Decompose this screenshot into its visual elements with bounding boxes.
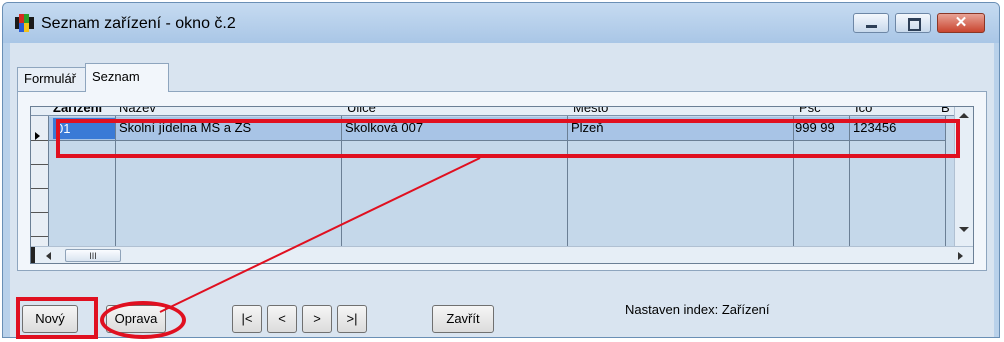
scroll-right-icon[interactable] [958,252,963,260]
tab-formular[interactable]: Formulář [17,67,87,91]
horizontal-scrollbar[interactable]: III [31,246,973,263]
cell-ico[interactable]: 123456 [853,120,896,135]
column-divider [341,116,342,246]
first-record-button[interactable]: |< [232,305,262,333]
cell-ulice[interactable]: Školková 007 [345,120,423,135]
row-divider [31,212,48,213]
scroll-thumb[interactable]: III [65,249,121,262]
row-divider [31,236,48,237]
status-text: Nastaven index: Zařízení [625,302,770,317]
grid-header: Zařízení Název Ulice Město Psč Ičo B [31,107,955,116]
maximize-button[interactable] [895,13,931,33]
column-header-psc[interactable]: Psč [799,107,821,115]
column-divider [945,116,946,246]
close-icon: ✕ [954,14,968,31]
column-header-mesto[interactable]: Město [573,107,608,115]
title-bar[interactable]: Seznam zařízení - okno č.2 ✕ [3,3,999,43]
cell-psc[interactable]: 999 99 [795,120,835,135]
cell-zarizeni[interactable]: 01 [53,118,115,139]
new-button[interactable]: Nový [22,305,78,333]
last-record-button[interactable]: >| [337,305,367,333]
client-area: Formulář Seznam Zařízení Název Ulice Měs… [10,43,994,337]
scroll-left-icon[interactable] [46,252,51,260]
next-record-button[interactable]: > [302,305,332,333]
tab-seznam[interactable]: Seznam [85,63,169,92]
row-divider [31,188,48,189]
maximize-icon [908,18,921,31]
column-header-b[interactable]: B [941,107,950,115]
edit-button[interactable]: Oprava [106,305,166,333]
data-grid[interactable]: Zařízení Název Ulice Město Psč Ičo B 01 … [30,106,974,264]
minimize-button[interactable] [853,13,889,33]
cell-mesto[interactable]: Plzeň [571,120,604,135]
app-icon [15,14,34,32]
cell-nazev[interactable]: Školní jídelna MŠ a ZŠ [119,120,251,135]
column-header-nazev[interactable]: Název [119,107,156,115]
column-header-ico[interactable]: Ičo [855,107,872,115]
window-title: Seznam zařízení - okno č.2 [41,15,236,32]
scroll-up-icon[interactable] [959,113,969,118]
column-divider [115,116,116,246]
minimize-icon [866,25,877,28]
column-divider [793,116,794,246]
column-divider [567,116,568,246]
column-divider [849,116,850,246]
tab-panel-seznam: Zařízení Název Ulice Město Psč Ičo B 01 … [17,91,987,271]
vertical-scrollbar[interactable] [954,107,973,246]
row-divider [31,164,48,165]
row-indicator-column [31,116,49,246]
column-header-ulice[interactable]: Ulice [347,107,376,115]
row-divider [31,140,48,141]
current-row-arrow-icon [35,132,40,140]
close-button[interactable]: Zavřít [432,305,494,333]
close-window-button[interactable]: ✕ [937,13,985,33]
app-window: Seznam zařízení - okno č.2 ✕ Formulář Se… [2,2,1000,338]
scroll-down-icon[interactable] [959,227,969,232]
previous-record-button[interactable]: < [267,305,297,333]
scroll-start-marker [31,247,35,263]
column-header-zarizeni[interactable]: Zařízení [53,107,102,115]
